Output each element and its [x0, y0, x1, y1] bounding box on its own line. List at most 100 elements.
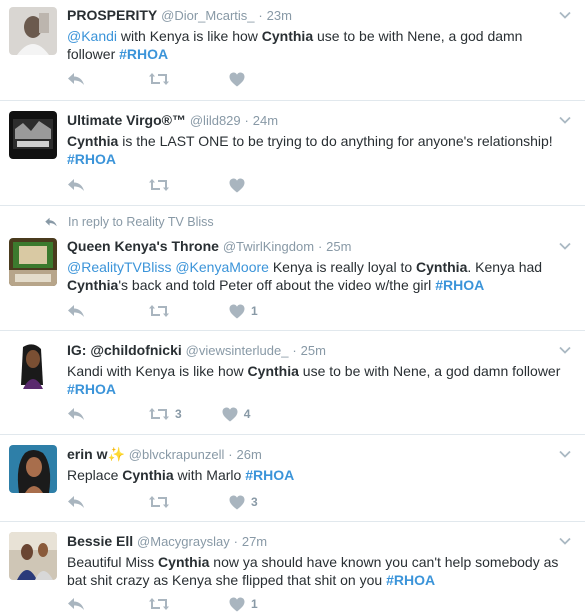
retweet-count: 3 [175, 407, 182, 421]
hashtag-link[interactable]: #RHOA [386, 572, 435, 588]
heart-icon [229, 72, 245, 86]
like-button[interactable]: 1 [229, 597, 258, 612]
separator-dot: · [244, 113, 249, 128]
tweet-text: Replace Cynthia with Marlo #RHOA [67, 467, 295, 483]
avatar[interactable] [9, 111, 57, 159]
tweet[interactable]: Ultimate Virgo®™ @lild829 · 24m Cynthia … [0, 101, 585, 206]
reply-button[interactable] [67, 72, 85, 86]
avatar[interactable] [9, 445, 57, 493]
retweet-icon [149, 598, 169, 610]
timestamp[interactable]: 27m [242, 534, 267, 549]
retweet-icon [149, 73, 169, 85]
retweet-button[interactable] [149, 304, 175, 318]
retweet-button[interactable] [149, 72, 175, 86]
retweet-button[interactable] [149, 178, 175, 192]
like-button[interactable]: 1 [229, 304, 258, 319]
reply-button[interactable] [67, 178, 85, 192]
author-handle[interactable]: @viewsinterlude_ [186, 343, 289, 358]
tweet-text: Beautiful Miss Cynthia now ya should hav… [67, 554, 559, 588]
heart-icon [229, 304, 245, 318]
hashtag-link[interactable]: #RHOA [245, 467, 294, 483]
retweet-icon [149, 305, 169, 317]
chevron-down-icon[interactable] [559, 114, 571, 126]
reply-button[interactable] [67, 407, 85, 421]
tweet[interactable]: IG: @childofnicki @viewsinterlude_ · 25m… [0, 331, 585, 435]
author-handle[interactable]: @TwirlKingdom [223, 239, 314, 254]
hashtag-link[interactable]: #RHOA [435, 277, 484, 293]
author-handle[interactable]: @lild829 [190, 113, 241, 128]
tweet-text: @Kandi with Kenya is like how Cynthia us… [67, 28, 523, 62]
author-handle[interactable]: @blvckrapunzell [129, 447, 225, 462]
chevron-down-icon[interactable] [559, 535, 571, 547]
like-button[interactable] [229, 178, 251, 193]
highlighted-term: Cynthia [261, 28, 314, 44]
reply-button[interactable] [67, 597, 85, 611]
highlighted-term: Cynthia [416, 259, 468, 275]
hashtag-link[interactable]: #RHOA [119, 46, 168, 62]
chevron-down-icon[interactable] [559, 344, 571, 356]
chevron-down-icon[interactable] [559, 240, 571, 252]
retweet-icon [149, 408, 169, 420]
highlighted-term: Cynthia [122, 467, 174, 483]
retweet-button[interactable] [149, 495, 175, 509]
hashtag-link[interactable]: #RHOA [67, 151, 116, 167]
retweet-button[interactable] [149, 597, 175, 611]
author-name[interactable]: Queen Kenya's Throne [67, 238, 219, 254]
separator-dot: · [233, 534, 238, 549]
like-button[interactable]: 3 [229, 495, 258, 510]
timestamp[interactable]: 24m [253, 113, 278, 128]
reply-context-text[interactable]: In reply to Reality TV Bliss [68, 215, 214, 229]
avatar[interactable] [9, 7, 57, 55]
reply-context[interactable]: In reply to Reality TV Bliss [44, 215, 214, 229]
reply-icon [68, 179, 84, 191]
reply-icon [68, 598, 84, 610]
highlighted-term: Cynthia [67, 133, 119, 149]
tweet[interactable]: PROSPERITY @Dior_Mcartis_ · 23m @Kandi w… [0, 0, 585, 101]
author-handle[interactable]: @Macygrayslay [137, 534, 230, 549]
timestamp[interactable]: 26m [236, 447, 261, 462]
retweet-icon [149, 496, 169, 508]
author-name[interactable]: Ultimate Virgo®™ [67, 112, 186, 128]
author-name[interactable]: Bessie Ell [67, 533, 133, 549]
author-name[interactable]: PROSPERITY [67, 7, 157, 23]
highlighted-term: Cynthia [158, 554, 210, 570]
chevron-down-icon[interactable] [559, 448, 571, 460]
chevron-down-icon[interactable] [559, 9, 571, 21]
reply-button[interactable] [67, 304, 85, 318]
heart-icon [222, 407, 238, 421]
reply-icon [68, 496, 84, 508]
retweet-icon [149, 179, 169, 191]
author-handle[interactable]: @Dior_Mcartis_ [161, 8, 254, 23]
reply-icon [68, 73, 84, 85]
author-name[interactable]: erin w✨ [67, 446, 125, 462]
tweet[interactable]: Bessie Ell @Macygrayslay · 27m Beautiful… [0, 522, 585, 614]
heart-icon [229, 495, 245, 509]
highlighted-term: Cynthia [247, 363, 299, 379]
reply-button[interactable] [67, 495, 85, 509]
avatar[interactable] [9, 341, 57, 389]
author-name[interactable]: IG: @childofnicki [67, 342, 182, 358]
timestamp[interactable]: 23m [267, 8, 292, 23]
tweet[interactable]: In reply to Reality TV Bliss Queen Kenya… [0, 206, 585, 331]
tweet-text: Cynthia is the LAST ONE to be trying to … [67, 133, 553, 167]
mention-link[interactable]: @Kandi [67, 28, 117, 44]
separator-dot: · [317, 239, 323, 254]
tweet[interactable]: erin w✨ @blvckrapunzell · 26m Replace Cy… [0, 435, 585, 522]
avatar[interactable] [9, 238, 57, 286]
reply-icon [68, 305, 84, 317]
separator-dot: · [228, 447, 233, 462]
like-count: 4 [243, 407, 251, 421]
retweet-button[interactable]: 3 [149, 407, 182, 421]
mention-link[interactable]: @RealityTVBliss [67, 259, 171, 275]
like-count: 3 [251, 495, 258, 509]
separator-dot: · [292, 343, 297, 358]
avatar[interactable] [9, 532, 57, 580]
like-button[interactable]: 4 [222, 407, 251, 422]
timestamp[interactable]: 25m [301, 343, 326, 358]
timestamp[interactable]: 25m [326, 239, 351, 254]
mention-link[interactable]: @KenyaMoore [175, 259, 269, 275]
heart-icon [229, 597, 245, 611]
hashtag-link[interactable]: #RHOA [67, 381, 116, 397]
heart-icon [229, 178, 245, 192]
like-button[interactable] [229, 72, 251, 87]
